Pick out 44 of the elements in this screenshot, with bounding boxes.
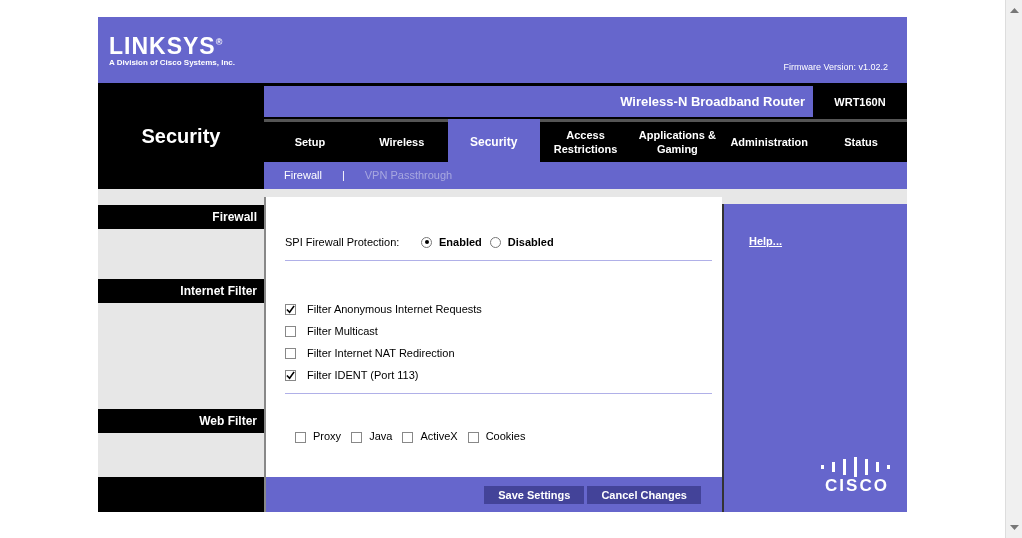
checkbox-label: Java: [369, 430, 393, 442]
firmware-version: Firmware Version: v1.02.2: [783, 62, 888, 72]
checkbox[interactable]: [467, 432, 479, 443]
checkbox[interactable]: [285, 325, 296, 337]
nav-tab[interactable]: Administration: [723, 122, 816, 162]
scrollbar[interactable]: [1005, 0, 1022, 538]
page-title: Security: [141, 125, 221, 148]
separator: |: [341, 169, 345, 182]
help-link[interactable]: Help...: [749, 235, 782, 247]
checkbox-label: ActiveX: [420, 430, 458, 442]
nav-tab[interactable]: Access Restrictions: [539, 122, 632, 162]
nav-tab[interactable]: Applications & Gaming: [631, 122, 724, 162]
radio-option[interactable]: Enabled: [421, 236, 482, 248]
logo: LINKSYS$^{®}$: [109, 31, 225, 58]
scroll-up-icon[interactable]: [1009, 8, 1019, 13]
nav-tab[interactable]: Wireless: [355, 122, 448, 162]
product-name: Wireless-N Broadband Router: [620, 94, 806, 109]
section-label: Firewall: [98, 205, 264, 229]
sub-tab[interactable]: Firewall: [284, 169, 322, 182]
nav-tab[interactable]: Setup: [264, 122, 356, 162]
action-button[interactable]: Cancel Changes: [587, 485, 701, 504]
checkbox[interactable]: [295, 432, 306, 443]
checkbox[interactable]: [285, 303, 296, 315]
scroll-down-icon[interactable]: [1009, 525, 1019, 530]
checkbox-label: Filter Anonymous Internet Requests: [307, 303, 482, 315]
field-label: SPI Firewall Protection:: [285, 236, 401, 248]
section-label: Web Filter: [98, 409, 264, 433]
checkbox-label: Filter Internet NAT Redirection: [307, 347, 455, 359]
section-label: Internet Filter: [98, 279, 264, 303]
radio-option[interactable]: Disabled: [489, 236, 554, 248]
checkbox[interactable]: [285, 347, 296, 359]
checkbox[interactable]: [402, 432, 414, 443]
nav-tab[interactable]: Security: [447, 119, 540, 162]
cisco-logo: CISCO: [819, 457, 895, 495]
checkbox-label: Filter Multicast: [307, 325, 378, 337]
checkbox-label: Cookies: [485, 430, 526, 442]
checkbox-label: Proxy: [313, 430, 342, 442]
checkbox[interactable]: [285, 369, 296, 381]
model-name: WRT160N: [813, 86, 907, 118]
checkbox-label: Filter IDENT (Port 113): [307, 369, 419, 381]
checkbox[interactable]: [351, 432, 363, 443]
nav-tab[interactable]: Status: [815, 122, 907, 162]
action-button[interactable]: Save Settings: [484, 485, 585, 504]
tagline: A Division of Cisco Systems, Inc.: [109, 57, 235, 67]
